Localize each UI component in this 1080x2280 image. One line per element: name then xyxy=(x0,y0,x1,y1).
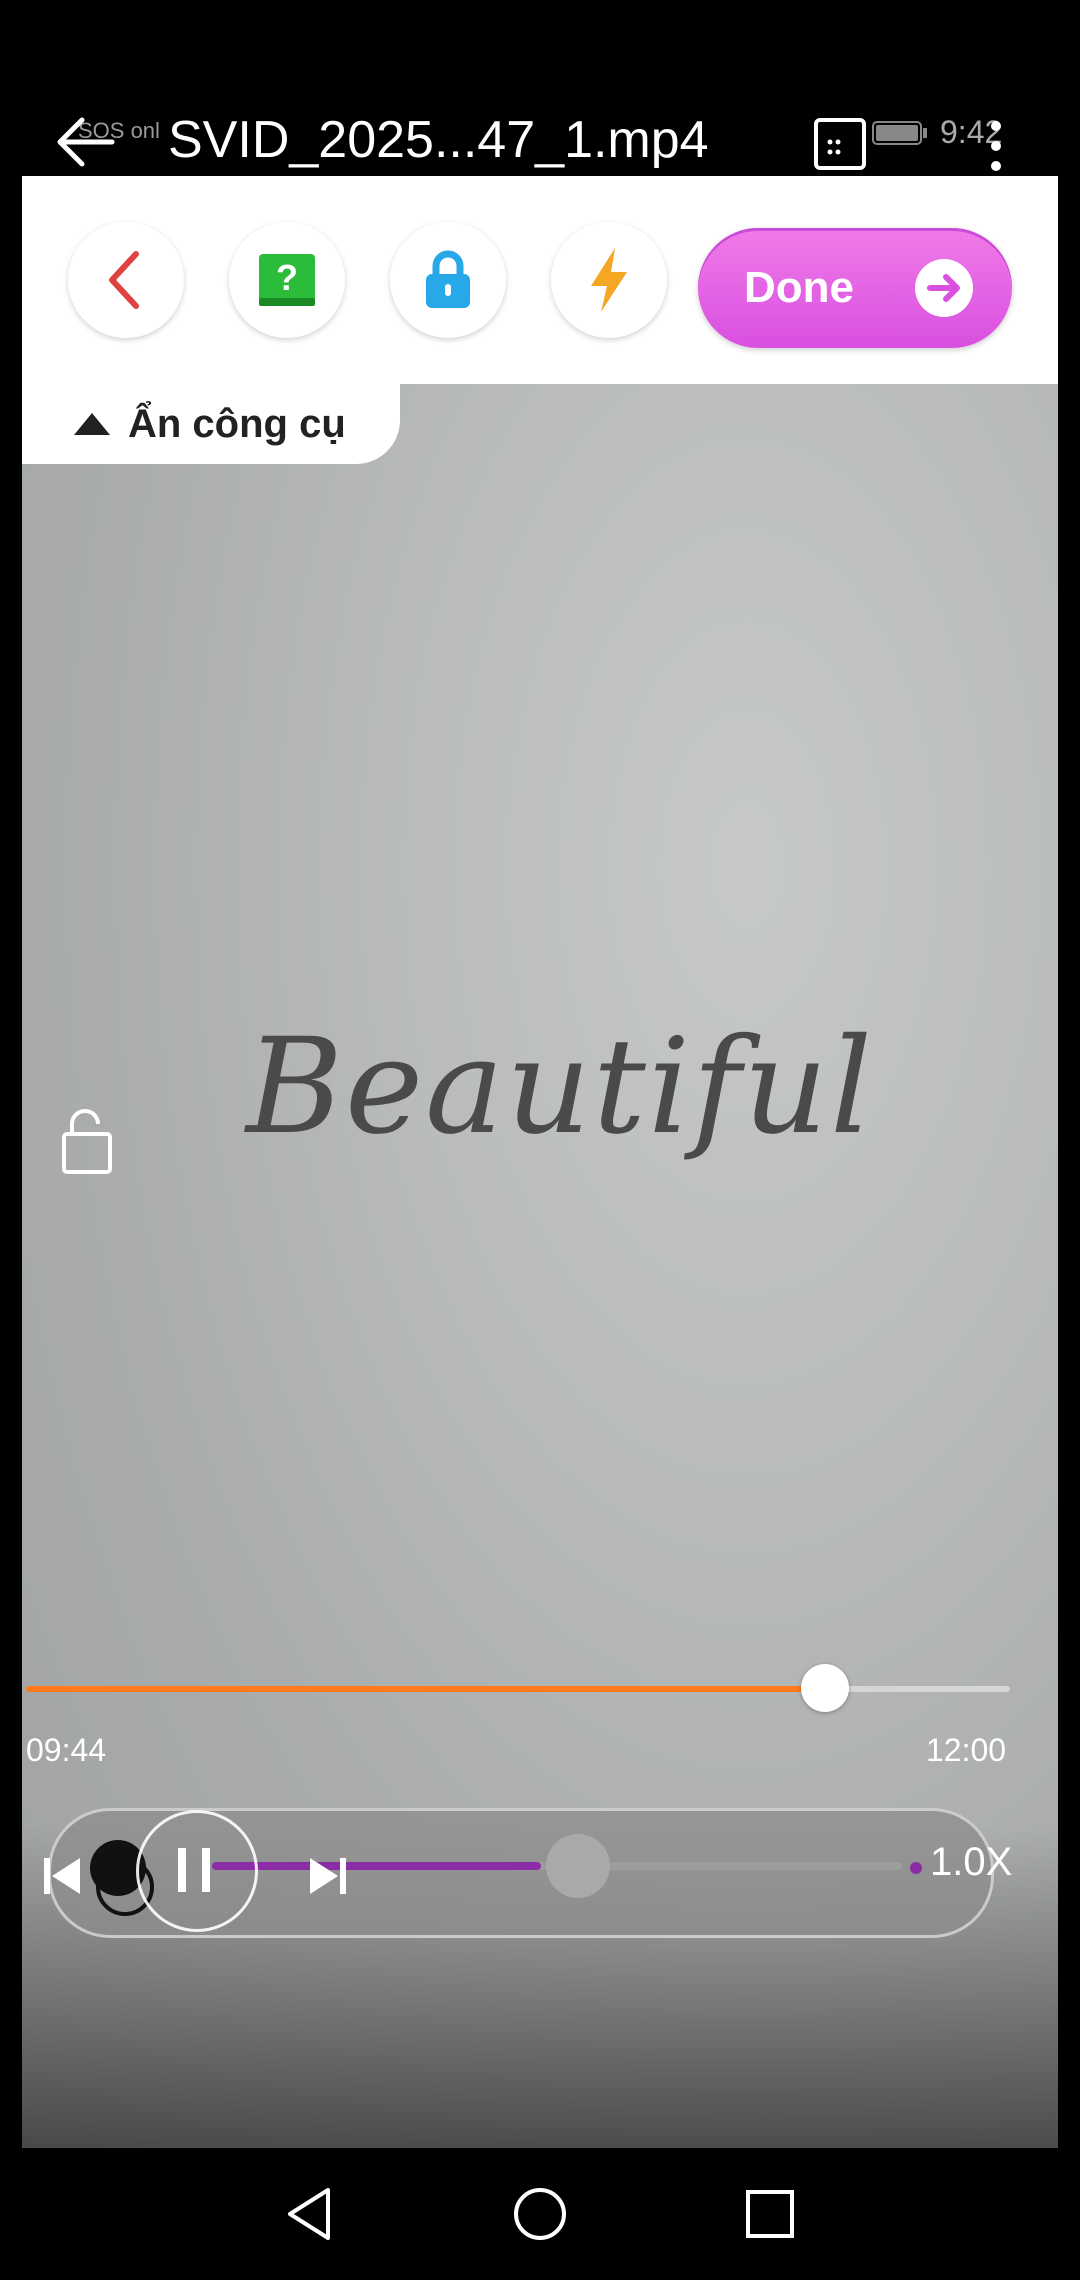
rotate-screen-icon[interactable] xyxy=(812,116,868,172)
handwritten-word: Beautiful xyxy=(246,1010,875,1164)
system-nav-bar xyxy=(0,2148,1080,2280)
speed-slider-fill xyxy=(212,1862,542,1870)
nav-back-icon[interactable] xyxy=(284,2186,336,2242)
done-label: Done xyxy=(744,263,854,312)
pause-icon xyxy=(178,1848,210,1892)
nav-recents-icon[interactable] xyxy=(744,2188,796,2240)
video-title: SVID_2025...47_1.mp4 xyxy=(168,111,709,169)
progress-thumb[interactable] xyxy=(801,1664,849,1712)
hide-tools-tab[interactable]: Ẩn công cụ xyxy=(22,384,400,464)
back-arrow-icon[interactable] xyxy=(54,110,118,174)
progress-fill xyxy=(26,1686,825,1692)
playback-speed[interactable]: 1.0X xyxy=(930,1840,1012,1885)
battery-icon xyxy=(872,121,927,145)
quiz-button[interactable]: ? xyxy=(229,222,345,338)
skip-previous-icon[interactable] xyxy=(40,1854,84,1898)
quiz-book-icon: ? xyxy=(259,254,315,306)
hide-tools-label: Ẩn công cụ xyxy=(128,401,346,446)
lock-button[interactable] xyxy=(390,222,506,338)
back-chevron-button[interactable] xyxy=(68,222,184,338)
lightning-icon xyxy=(591,248,627,312)
skip-next-icon[interactable] xyxy=(306,1854,350,1898)
unlock-icon[interactable] xyxy=(56,1106,116,1176)
done-button[interactable]: Done xyxy=(698,228,1012,348)
tool-bar: ? Done xyxy=(22,176,1058,384)
nav-home-icon[interactable] xyxy=(512,2186,568,2242)
arrow-right-icon xyxy=(915,259,973,317)
speed-dot xyxy=(910,1862,922,1874)
more-options-icon[interactable] xyxy=(984,118,1008,174)
lock-icon xyxy=(426,250,470,308)
svg-text:?: ? xyxy=(276,257,298,298)
speed-slider-thumb[interactable] xyxy=(545,1834,610,1898)
caret-up-icon xyxy=(74,413,110,435)
current-time: 09:44 xyxy=(26,1732,107,1768)
total-time: 12:00 xyxy=(926,1732,1007,1768)
lightning-button[interactable] xyxy=(551,222,667,338)
back-chevron-icon xyxy=(109,251,139,309)
